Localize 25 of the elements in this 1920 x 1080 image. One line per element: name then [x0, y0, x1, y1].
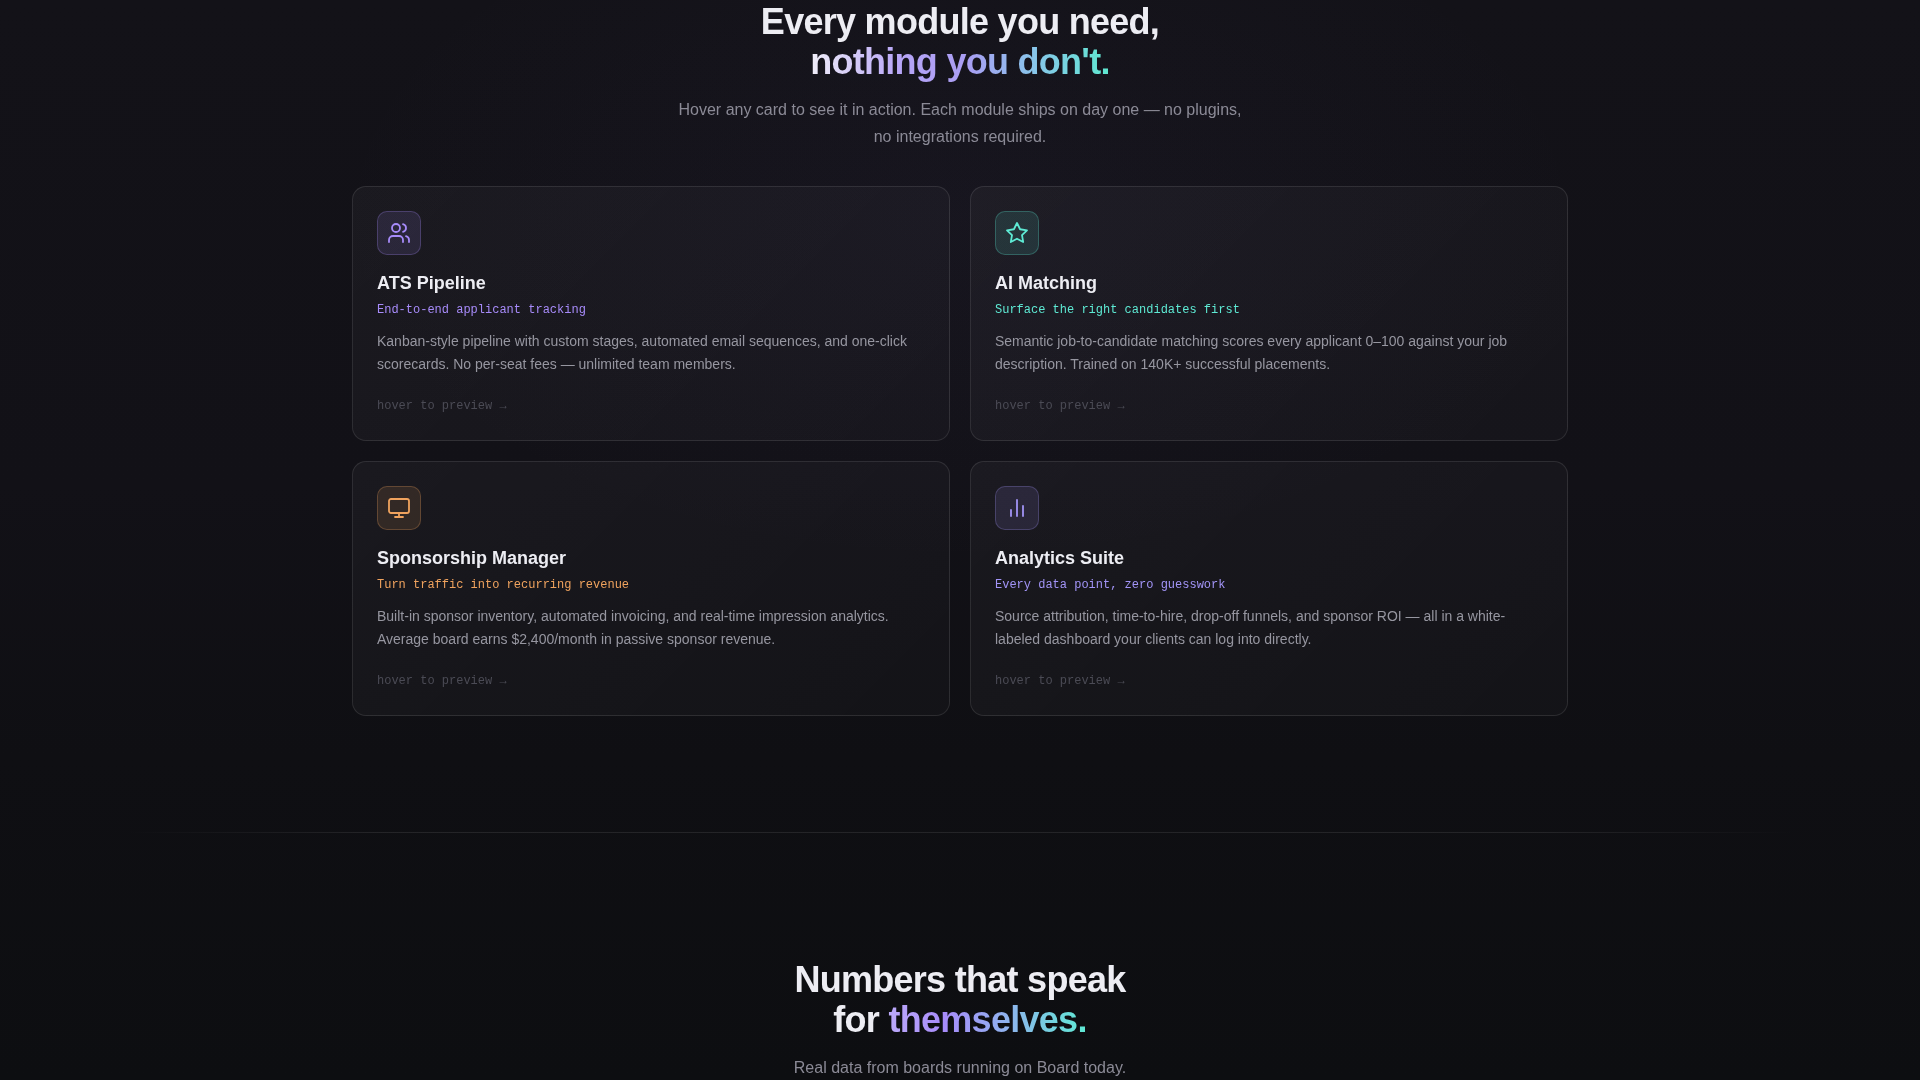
card-title: AI Matching [995, 272, 1097, 295]
card-title: Analytics Suite [995, 547, 1125, 570]
card-title: Sponsorship Manager [377, 547, 567, 570]
card-tagline: Every data point, zero guesswork [995, 577, 1226, 593]
card-description: Built-in sponsor inventory, automated invoicing, and real-time impression analytics. Average board earns $2,400/month in passive sponsor revenue. [377, 607, 890, 649]
users-icon [377, 211, 421, 255]
card-title: ATS Pipeline [377, 272, 486, 295]
card-tagline: Surface the right candidates first [995, 302, 1240, 318]
monitor-icon [377, 486, 421, 530]
section-heading: Numbers that speak for themselves. [794, 960, 1126, 1040]
section-subtitle: Hover any card to see it in action. Each module ships on day one — no plugins, no integrations required. [677, 100, 1243, 147]
preview-hint: hover to preview → [377, 673, 507, 689]
section-heading: Every module you need, nothing you don't. [760, 2, 1160, 82]
card-tagline: Turn traffic into recurring revenue [377, 577, 630, 593]
card-description: Kanban-style pipeline with custom stages, automated email sequences, and one-click scorecards. No per-seat fees — unlimited team members. [377, 332, 908, 374]
feature-card[interactable] [970, 461, 1568, 716]
feature-card[interactable]: ATS Pipeline End-to-end applicant tracking Kanban-style pipeline with custom stages, automated email sequences, and one-click scorecards. No per-seat fees — unlimited team members. hover to preview → [352, 186, 950, 441]
card-tagline: End-to-end applicant tracking [377, 302, 586, 318]
preview-hint: hover to preview → [995, 673, 1125, 689]
bar-chart-icon [995, 486, 1039, 530]
card-description: Semantic job-to-candidate matching scores every applicant 0–100 against your job description. Trained on 140K+ successful placements. [995, 332, 1509, 374]
feature-card[interactable] [352, 461, 950, 716]
card-description: Source attribution, time-to-hire, drop-off funnels, and sponsor ROI — all in a white-labeled dashboard your clients can log into directly. [995, 607, 1507, 649]
preview-hint: hover to preview → [377, 398, 507, 414]
section-subtitle: Real data from boards running on Board today. [793, 1058, 1127, 1078]
